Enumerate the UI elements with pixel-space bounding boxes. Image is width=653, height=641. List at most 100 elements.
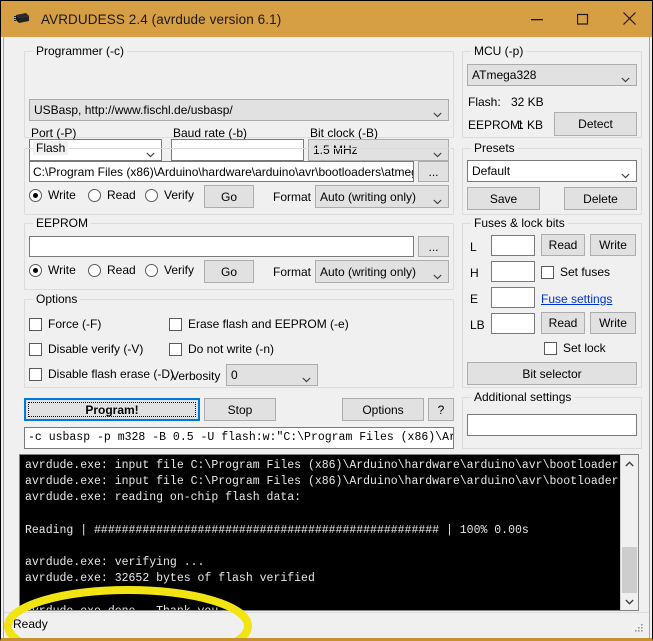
fuse-lb-input[interactable] <box>491 313 535 334</box>
lock-read-button[interactable]: Read <box>541 312 585 334</box>
stop-button-label: Stop <box>227 402 253 417</box>
eeprom-file-input[interactable] <box>29 236 414 257</box>
disable-verify-checkbox[interactable]: Disable verify (-V) <box>29 342 143 356</box>
help-button[interactable]: ? <box>428 398 454 421</box>
verbosity-value: 0 <box>231 368 238 382</box>
programmer-group-title: Programmer (-c) <box>33 44 128 58</box>
eeprom-write-radio[interactable]: Write <box>29 263 76 277</box>
eeprom-format-label: Format <box>273 265 312 279</box>
eeprom-size-label: EEPROM: <box>468 118 524 132</box>
fuse-read-button[interactable]: Read <box>541 234 585 256</box>
fuse-read-label: Read <box>548 238 578 252</box>
port-label: Port (-P) <box>31 126 77 140</box>
set-fuses-checkbox[interactable]: Set fuses <box>541 265 610 279</box>
fuse-h-input[interactable] <box>491 261 535 282</box>
application-window: AVRDUDESS 2.4 (avrdude version 6.1) Prog… <box>0 0 653 641</box>
eeprom-size-value: 1 KB <box>517 118 544 132</box>
erase-flash-eeprom-checkbox[interactable]: Erase flash and EEPROM (-e) <box>169 317 349 331</box>
set-lock-checkbox[interactable]: Set lock <box>544 341 606 355</box>
resize-grip-icon[interactable] <box>634 622 644 632</box>
erase-flash-eeprom-label: Erase flash and EEPROM (-e) <box>188 317 349 331</box>
flash-group-title: Flash <box>33 141 69 155</box>
bit-selector-button[interactable]: Bit selector <box>467 362 637 385</box>
radio-selected-icon <box>29 263 42 277</box>
radio-icon <box>88 263 101 277</box>
radio-icon <box>145 263 158 277</box>
flash-format-select[interactable]: Auto (writing only) <box>315 185 449 208</box>
disable-flash-erase-label: Disable flash erase (-D) <box>48 367 175 381</box>
lock-read-label: Read <box>548 316 578 330</box>
programmer-select[interactable]: USBasp, http://www.fischl.de/usbasp/ <box>29 99 449 121</box>
eeprom-verify-radio[interactable]: Verify <box>145 263 194 277</box>
verbosity-select[interactable]: 0 <box>226 364 318 386</box>
command-line-value: -c usbasp -p m328 -B 0.5 -U flash:w:"C:\… <box>28 431 454 445</box>
eeprom-format-value: Auto (writing only) <box>320 264 417 279</box>
verbosity-label: Verbosity <box>171 369 221 383</box>
scrollbar-thumb[interactable] <box>622 547 637 593</box>
chevron-down-icon[interactable] <box>621 593 638 610</box>
close-button[interactable] <box>606 1 652 36</box>
minimize-button[interactable] <box>514 1 560 36</box>
flash-verify-radio[interactable]: Verify <box>145 188 194 202</box>
preset-select[interactable]: Default <box>467 160 637 182</box>
fuse-e-input[interactable] <box>491 287 535 308</box>
programmer-select-value: USBasp, http://www.fischl.de/usbasp/ <box>34 103 233 117</box>
program-button[interactable]: Program! <box>24 398 200 421</box>
fuse-l-input[interactable] <box>491 235 535 256</box>
eeprom-browse-label: ... <box>428 239 439 254</box>
eeprom-go-button[interactable]: Go <box>204 260 254 283</box>
lock-write-button[interactable]: Write <box>590 312 636 334</box>
chevron-down-icon <box>621 72 630 83</box>
eeprom-read-label: Read <box>107 263 136 277</box>
flash-go-label: Go <box>220 189 237 204</box>
chevron-down-icon <box>433 269 442 279</box>
force-checkbox[interactable]: Force (-F) <box>29 317 101 331</box>
command-line-input[interactable]: -c usbasp -p m328 -B 0.5 -U flash:w:"C:\… <box>24 427 454 449</box>
console-output[interactable]: avrdude.exe: input file C:\Program Files… <box>19 454 639 611</box>
detect-button[interactable]: Detect <box>554 112 637 136</box>
status-text: Ready <box>13 617 48 631</box>
flash-file-input[interactable]: C:\Program Files (x86)\Arduino\hardware\… <box>29 161 414 182</box>
chevron-down-icon <box>621 168 630 179</box>
chevron-up-icon[interactable] <box>621 455 638 472</box>
preset-save-button[interactable]: Save <box>467 187 540 210</box>
bit-selector-label: Bit selector <box>522 366 582 381</box>
fuse-lb-label: LB <box>470 318 485 332</box>
checkbox-icon <box>544 341 557 355</box>
eeprom-browse-button[interactable]: ... <box>418 236 449 257</box>
radio-selected-icon <box>29 188 42 202</box>
flash-read-label: Read <box>107 188 136 202</box>
maximize-button[interactable] <box>560 1 606 36</box>
fuse-e-label: E <box>470 292 479 306</box>
flash-go-button[interactable]: Go <box>204 185 254 208</box>
programmer-group: Programmer (-c) <box>24 44 454 138</box>
stop-button[interactable]: Stop <box>204 398 276 421</box>
fuse-settings-link[interactable]: Fuse settings <box>541 292 612 306</box>
mcu-group-title: MCU (-p) <box>471 44 527 58</box>
flash-format-value: Auto (writing only) <box>320 189 417 204</box>
radio-icon <box>145 188 158 202</box>
flash-read-radio[interactable]: Read <box>88 188 136 202</box>
fuse-write-button[interactable]: Write <box>590 234 636 256</box>
console-scrollbar[interactable] <box>620 455 638 610</box>
flash-file-value: C:\Program Files (x86)\Arduino\hardware\… <box>33 164 414 179</box>
checkbox-icon <box>29 317 42 331</box>
set-fuses-label: Set fuses <box>560 265 611 279</box>
eeprom-read-radio[interactable]: Read <box>88 263 136 277</box>
client-area: Programmer (-c) USBasp, http://www.fisch… <box>4 37 649 638</box>
additional-settings-input[interactable] <box>467 414 637 436</box>
flash-verify-label: Verify <box>164 188 195 202</box>
checkbox-icon <box>169 342 182 356</box>
help-button-label: ? <box>437 402 445 417</box>
flash-write-radio[interactable]: Write <box>29 188 76 202</box>
flash-browse-button[interactable]: ... <box>418 161 449 182</box>
console-text: avrdude.exe: input file C:\Program Files… <box>25 459 618 610</box>
preset-delete-button[interactable]: Delete <box>564 187 637 210</box>
disable-flash-erase-checkbox[interactable]: Disable flash erase (-D) <box>29 367 174 381</box>
do-not-write-checkbox[interactable]: Do not write (-n) <box>169 342 274 356</box>
eeprom-format-select[interactable]: Auto (writing only) <box>315 260 449 283</box>
mcu-select[interactable]: ATmega328 <box>467 64 637 86</box>
options-group-title: Options <box>33 292 81 306</box>
options-button[interactable]: Options <box>342 398 424 421</box>
eeprom-verify-label: Verify <box>164 263 195 277</box>
